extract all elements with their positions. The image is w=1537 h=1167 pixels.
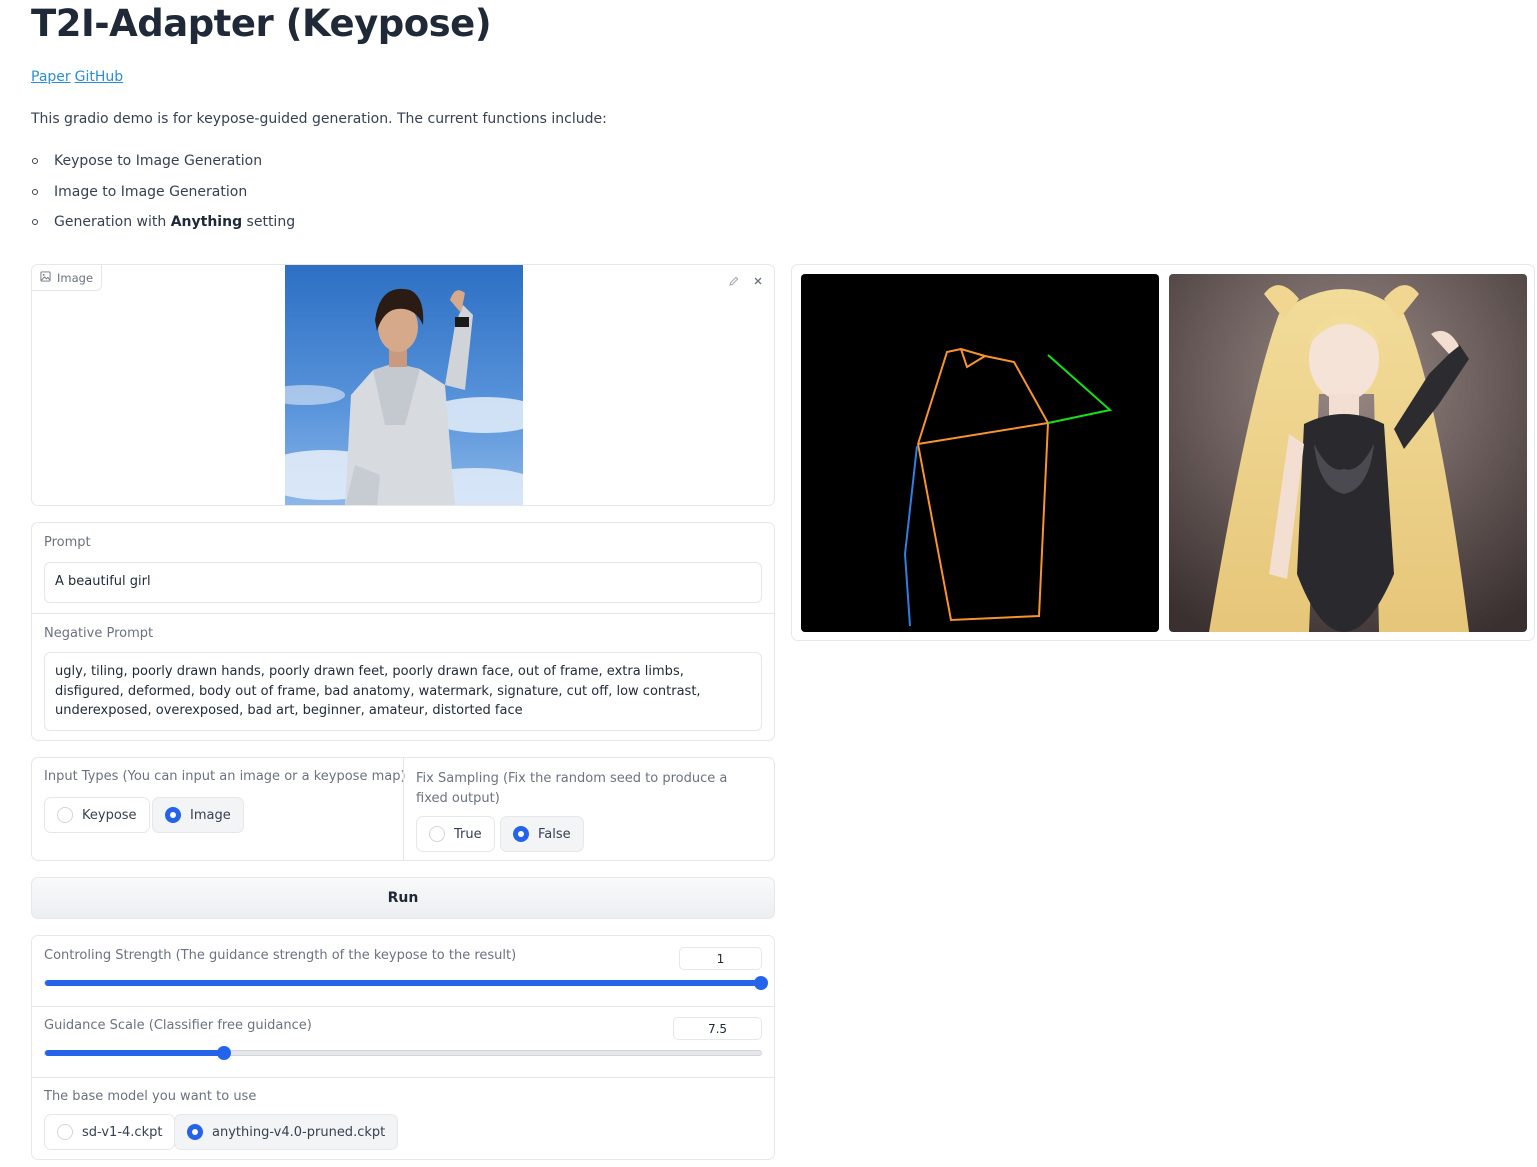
output-gallery [791,264,1535,641]
controlling-strength-slider[interactable] [44,976,768,990]
bullet-icon [32,188,38,195]
slider-thumb[interactable] [754,976,768,990]
slider-fill [45,980,761,986]
list-item: Image to Image Generation [31,181,295,212]
radio-keypose[interactable]: Keypose [44,797,150,833]
list-item: Keypose to Image Generation [31,150,295,181]
run-button[interactable]: Run [31,877,775,919]
uploaded-photo [285,265,523,505]
description: This gradio demo is for keypose-guided g… [31,111,607,127]
image-icon [40,270,51,285]
controlling-strength-input[interactable]: 1 [679,947,762,970]
guidance-scale-input[interactable]: 7.5 [673,1017,762,1040]
negative-prompt-input[interactable]: ugly, tiling, poorly drawn hands, poorly… [44,652,762,731]
image-label: Image [32,265,103,291]
divider [32,1077,774,1078]
keypose-map-image[interactable] [801,274,1159,632]
github-link[interactable]: GitHub [75,69,124,85]
feature-list: Keypose to Image Generation Image to Ima… [31,150,295,242]
prompt-input[interactable]: A beautiful girl [44,562,762,603]
bullet-icon [32,158,38,164]
radio-image[interactable]: Image [152,797,244,833]
controlling-strength-label: Controling Strength (The guidance streng… [44,948,517,963]
prompt-label: Prompt [44,535,91,550]
input-types-label: Input Types (You can input an image or a… [44,769,406,784]
close-icon[interactable] [750,273,766,289]
radio-dot [165,807,181,823]
divider [403,758,404,860]
prompt-panel: Prompt A beautiful girl Negative Prompt … [31,522,775,741]
list-item: Generation with Anything setting [31,211,295,242]
slider-fill [45,1050,224,1056]
radio-anything-v4[interactable]: anything-v4.0-pruned.ckpt [174,1114,399,1150]
guidance-scale-label: Guidance Scale (Classifier free guidance… [44,1018,312,1033]
fix-sampling-label: Fix Sampling (Fix the random seed to pro… [416,771,728,806]
divider [32,613,774,614]
negative-prompt-label: Negative Prompt [44,626,154,641]
edit-icon[interactable] [726,273,742,289]
generated-image[interactable] [1169,274,1527,632]
bullet-icon [32,219,38,225]
options-panel: Input Types (You can input an image or a… [31,757,775,861]
guidance-scale-slider[interactable] [44,1046,762,1060]
divider [32,1006,774,1007]
header-links: Paper GitHub [31,69,127,85]
slider-thumb[interactable] [217,1046,231,1060]
radio-dot [187,1124,203,1140]
base-model-label: The base model you want to use [44,1089,257,1104]
radio-dot [57,807,73,823]
page-title: T2I-Adapter (Keypose) [31,2,492,45]
radio-false[interactable]: False [500,816,584,852]
image-input[interactable]: Image [31,264,775,506]
radio-dot [57,1124,73,1140]
radio-true[interactable]: True [416,816,495,852]
paper-link[interactable]: Paper [31,69,71,85]
radio-dot [513,826,529,842]
settings-panel: Controling Strength (The guidance streng… [31,935,775,1160]
radio-sd-v1-4[interactable]: sd-v1-4.ckpt [44,1114,176,1150]
radio-dot [429,826,445,842]
